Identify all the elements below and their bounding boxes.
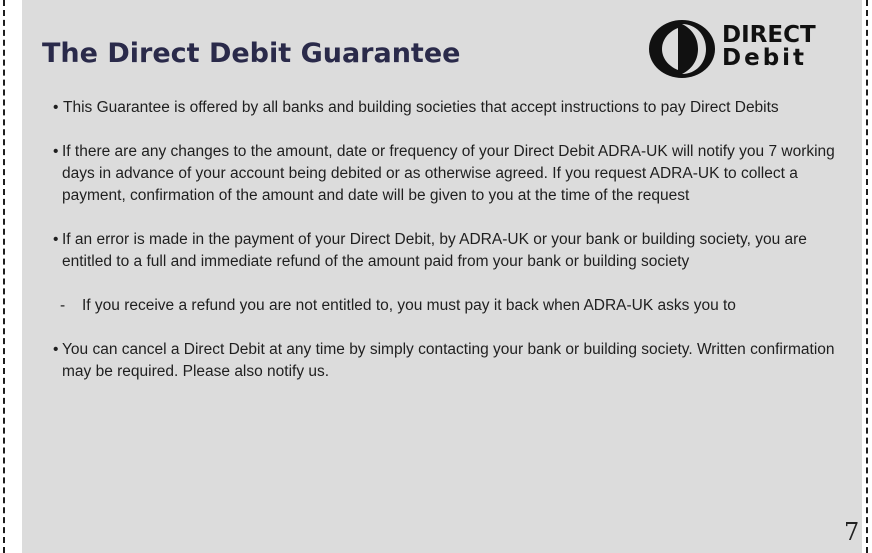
bullet-marker: • [53,143,59,160]
cut-line-right [866,0,868,553]
list-item-text: If an error is made in the payment of yo… [62,231,807,270]
direct-debit-logo-mark [649,20,715,78]
page-number: 7 [844,518,860,546]
cut-line-left [3,0,5,553]
list-item: • If there are any changes to the amount… [53,141,844,207]
list-item: • If an error is made in the payment of … [53,229,844,273]
list-item-text: You can cancel a Direct Debit at any tim… [62,341,835,380]
list-item: • This Guarantee is offered by all banks… [53,97,844,119]
list-item-text: If there are any changes to the amount, … [62,143,835,204]
page-title: The Direct Debit Guarantee [42,38,461,69]
document-page: The Direct Debit Guarantee DIRECT Debit … [0,0,872,553]
logo-line-1: DIRECT [722,22,816,48]
list-item: • You can cancel a Direct Debit at any t… [53,339,844,383]
bullet-marker: • [53,231,59,248]
list-item-text: If you receive a refund you are not enti… [82,297,736,314]
direct-debit-logo: DIRECT Debit [648,18,848,80]
bullet-marker: • [53,341,59,358]
logo-line-2: Debit [722,45,808,71]
list-item: - If you receive a refund you are not en… [54,295,844,317]
guarantee-list: • This Guarantee is offered by all banks… [53,97,844,405]
list-item-text: This Guarantee is offered by all banks a… [63,99,779,116]
dash-marker: - [60,297,66,314]
bullet-marker: • [53,99,59,116]
